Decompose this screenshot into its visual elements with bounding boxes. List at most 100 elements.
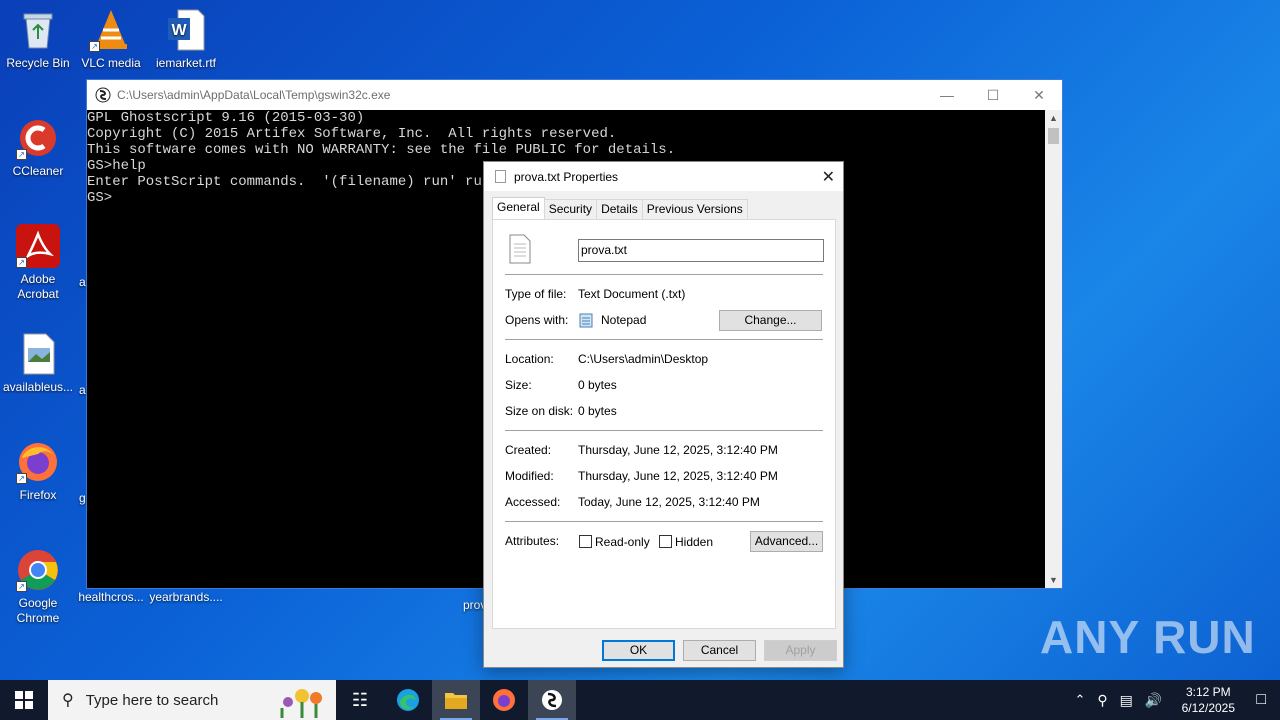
taskbar-search-box[interactable]: ⚲ Type here to search [48, 680, 336, 720]
windows-logo-icon [15, 691, 33, 709]
start-button[interactable] [0, 680, 48, 720]
svg-text:W: W [171, 22, 187, 39]
network-icon[interactable]: ▤ [1120, 692, 1133, 709]
created-value: Thursday, June 12, 2025, 3:12:40 PM [578, 443, 778, 457]
firefox-icon: ↗ [16, 440, 60, 484]
desktop-icon-google-chrome[interactable]: ↗ Google Chrome [0, 548, 76, 626]
console-titlebar[interactable]: C:\Users\admin\AppData\Local\Temp\gswin3… [87, 80, 1062, 110]
clock-date: 6/12/2025 [1181, 701, 1236, 715]
desktop-icon-label: availableus... [2, 380, 74, 394]
maximize-button[interactable]: ☐ [970, 80, 1016, 110]
firefox-taskbar-button[interactable] [480, 680, 528, 720]
modified-value: Thursday, June 12, 2025, 3:12:40 PM [578, 469, 778, 483]
dialog-tabs: General Security Details Previous Versio… [492, 197, 748, 219]
desktop-partial-label: g [79, 491, 86, 505]
tab-previous-versions[interactable]: Previous Versions [641, 199, 748, 219]
properties-dialog[interactable]: prova.txt Properties ✕ General Security … [483, 161, 844, 668]
shortcut-arrow-icon: ↗ [89, 41, 100, 52]
console-line: This software comes with NO WARRANTY: se… [87, 142, 676, 158]
desktop-icon-vlc[interactable]: ↗ VLC media [73, 8, 149, 71]
volume-icon[interactable]: 🔊 [1145, 692, 1162, 709]
desktop-icon-iemarket[interactable]: W iemarket.rtf [148, 8, 224, 71]
hidden-checkbox[interactable] [659, 535, 672, 548]
edge-icon [397, 689, 419, 711]
tab-security[interactable]: Security [543, 199, 598, 219]
device-icon[interactable]: ⚲ [1097, 692, 1107, 709]
task-view-button[interactable]: ☷ [336, 680, 384, 720]
hidden-label[interactable]: Hidden [675, 535, 713, 549]
filename-field[interactable]: prova.txt [578, 239, 824, 262]
change-button[interactable]: Change... [719, 310, 822, 331]
accessed-label: Accessed: [505, 495, 561, 509]
location-value: C:\Users\admin\Desktop [578, 352, 709, 366]
console-line: GPL Ghostscript 9.16 (2015-03-30) [87, 110, 365, 126]
separator [505, 274, 823, 275]
recycle-bin-icon [16, 8, 60, 52]
file-explorer-taskbar-button[interactable] [432, 680, 480, 720]
readonly-checkbox[interactable] [579, 535, 592, 548]
ccleaner-icon: ↗ [16, 116, 60, 160]
desktop-icon-recycle-bin[interactable]: Recycle Bin [0, 8, 76, 71]
dialog-close-icon[interactable]: ✕ [822, 167, 835, 187]
adobe-acrobat-icon: ↗ [16, 224, 60, 268]
desktop-partial-label: a [79, 383, 86, 397]
desktop-icon-label: VLC media [81, 56, 141, 70]
advanced-button[interactable]: Advanced... [750, 531, 823, 552]
ok-button[interactable]: OK [602, 640, 675, 661]
close-button[interactable]: ✕ [1016, 80, 1062, 110]
desktop-icon-label: Firefox [19, 488, 57, 502]
attributes-label: Attributes: [505, 534, 560, 548]
chrome-icon: ↗ [16, 548, 60, 592]
desktop-icon-adobe-acrobat[interactable]: ↗ Adobe Acrobat [0, 224, 76, 302]
type-label: Type of file: [505, 287, 567, 301]
accessed-value: Today, June 12, 2025, 3:12:40 PM [578, 495, 760, 509]
console-title: C:\Users\admin\AppData\Local\Temp\gswin3… [117, 88, 391, 102]
taskbar-clock[interactable]: 3:12 PM 6/12/2025 [1178, 684, 1238, 716]
modified-label: Modified: [505, 469, 554, 483]
desktop-partial-label: a [79, 275, 86, 289]
cancel-button[interactable]: Cancel [683, 640, 756, 661]
apply-button[interactable]: Apply [764, 640, 837, 661]
desktop-icon-yearbrands[interactable]: yearbrands.... [148, 590, 224, 605]
minimize-button[interactable]: — [924, 80, 970, 110]
size-on-disk-label: Size on disk: [505, 404, 574, 418]
edge-taskbar-button[interactable] [384, 680, 432, 720]
desktop-icon-healthcros[interactable]: healthcros... [73, 590, 149, 605]
word-document-icon: W [164, 8, 208, 52]
tab-general[interactable]: General [492, 197, 545, 219]
type-value: Text Document (.txt) [578, 287, 686, 301]
text-file-icon [495, 170, 506, 183]
desktop-icon-availableus[interactable]: availableus... [0, 332, 76, 395]
system-tray: ⌃ ⚲ ▤ 🔊 3:12 PM 6/12/2025 □ [1068, 680, 1280, 720]
opens-with-value: Notepad [601, 313, 647, 327]
scrollbar-thumb[interactable] [1048, 128, 1059, 144]
opens-with-label: Opens with: [505, 313, 569, 327]
dialog-titlebar[interactable]: prova.txt Properties ✕ [484, 162, 843, 191]
clock-time: 3:12 PM [1185, 685, 1231, 699]
desktop-icon-ccleaner[interactable]: ↗ CCleaner [0, 116, 76, 179]
size-on-disk-value: 0 bytes [578, 404, 617, 418]
folder-icon [445, 693, 467, 709]
ghostscript-icon [542, 690, 562, 710]
taskbar: ⚲ Type here to search ☷ ⌃ ⚲ ▤ 🔊 3:12 PM … [0, 680, 1280, 720]
desktop-icon-label: yearbrands.... [149, 590, 223, 604]
notifications-icon[interactable]: □ [1256, 691, 1266, 709]
chevron-up-icon[interactable]: ⌃ [1074, 692, 1085, 708]
separator [505, 521, 823, 522]
general-panel: prova.txt Type of file: Text Document (.… [492, 219, 836, 629]
desktop-icon-label: Recycle Bin [6, 56, 70, 70]
tab-details[interactable]: Details [596, 199, 643, 219]
desktop-icon-firefox[interactable]: ↗ Firefox [0, 440, 76, 503]
readonly-label[interactable]: Read-only [595, 535, 650, 549]
scroll-up-icon[interactable]: ▲ [1045, 110, 1062, 126]
desktop-icon-label: CCleaner [12, 164, 64, 178]
ghostscript-icon [95, 87, 111, 103]
task-view-icon: ☷ [351, 689, 369, 710]
console-scrollbar[interactable]: ▲ ▼ [1045, 110, 1062, 588]
notepad-icon [579, 313, 593, 328]
scroll-down-icon[interactable]: ▼ [1045, 572, 1062, 588]
desktop-icon-label: Google Chrome [16, 596, 60, 625]
separator [505, 339, 823, 340]
ghostscript-taskbar-button[interactable] [528, 680, 576, 720]
text-document-icon [509, 234, 531, 264]
